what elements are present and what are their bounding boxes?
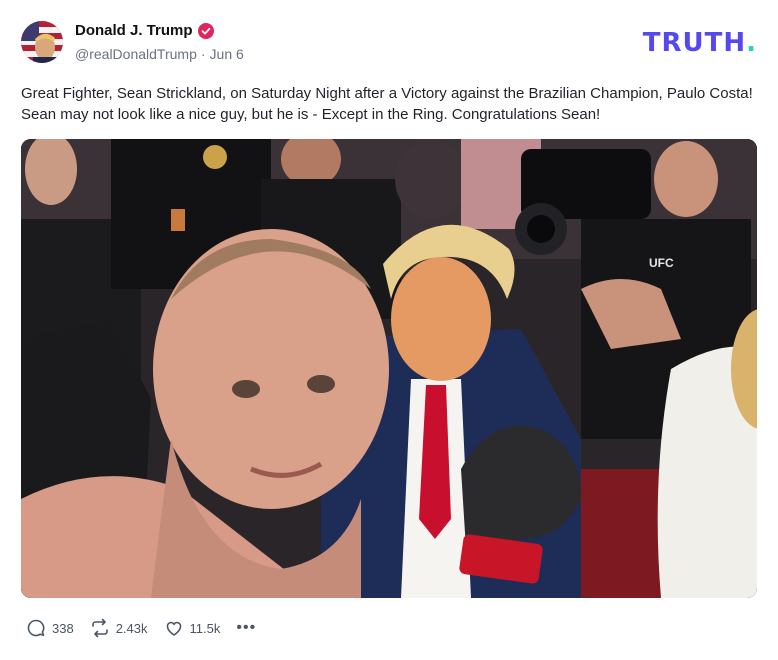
post-actions-bar: 338 2.43k 11.5k ••• <box>26 618 256 638</box>
post-text: Great Fighter, Sean Strickland, on Satur… <box>21 85 753 123</box>
author-handle[interactable]: @realDonaldTrump <box>75 46 197 62</box>
photo-shirt-logo: UFC <box>649 256 674 270</box>
author-name[interactable]: Donald J. Trump <box>75 22 193 39</box>
reply-button[interactable]: 338 <box>26 618 74 638</box>
like-button[interactable]: 11.5k <box>164 618 221 638</box>
like-count: 11.5k <box>189 620 221 636</box>
reply-icon <box>27 619 45 637</box>
retruth-count: 2.43k <box>115 620 148 636</box>
retruth-icon <box>91 618 108 638</box>
brand-wordmark: TRUTH <box>642 28 747 58</box>
author-avatar[interactable] <box>21 21 63 63</box>
meta-separator: · <box>200 46 206 62</box>
post-photo[interactable]: UFC <box>21 139 757 598</box>
truth-post-card: Donald J. Trump @realDonaldTrump · Jun 6 T… <box>0 0 778 660</box>
reply-count: 338 <box>52 620 74 636</box>
photo-illustration: UFC <box>21 139 757 598</box>
verified-badge-icon <box>197 22 214 39</box>
like-icon <box>166 621 181 636</box>
retruth-button[interactable]: 2.43k <box>90 618 148 638</box>
author-meta: @realDonaldTrump · Jun 6 <box>75 46 244 62</box>
post-date[interactable]: Jun 6 <box>210 46 244 62</box>
more-icon[interactable]: ••• <box>236 619 256 637</box>
brand-dot: . <box>746 28 757 58</box>
author-name-row: Donald J. Trump <box>75 22 214 39</box>
truth-social-logo[interactable]: TRUTH. <box>643 28 757 58</box>
